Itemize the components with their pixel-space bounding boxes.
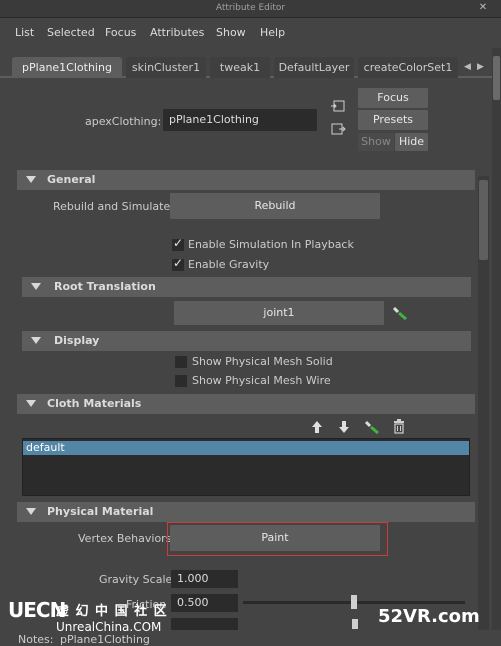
vertex-behaviors-label: Vertex Behaviors [78, 532, 172, 545]
collapse-triangle-icon [31, 337, 41, 344]
next-slider-handle[interactable] [352, 619, 358, 629]
tab-scroll-left-icon[interactable]: ◀ [464, 62, 471, 72]
notes-label: Notes: [18, 633, 54, 646]
list-item[interactable]: default [23, 441, 469, 455]
section-physical-material[interactable]: Physical Material [17, 502, 475, 522]
focus-button[interactable]: Focus [358, 88, 428, 108]
rebuild-button[interactable]: Rebuild [170, 193, 380, 219]
hide-button[interactable]: Hide [395, 133, 428, 151]
presets-button[interactable]: Presets [358, 110, 428, 130]
outer-scrollbar-thumb[interactable] [493, 56, 500, 100]
rebuild-label: Rebuild and Simulate [53, 200, 171, 213]
tab-createcolorset1[interactable]: createColorSet1 [358, 57, 458, 78]
tab-pplane1clothing[interactable]: pPlane1Clothing [12, 57, 122, 78]
tab-scroll-right-icon[interactable]: ▶ [477, 62, 484, 72]
outer-scrollbar[interactable] [492, 48, 501, 644]
section-cloth-materials[interactable]: Cloth Materials [17, 394, 475, 414]
section-cloth-materials-label: Cloth Materials [47, 397, 142, 410]
menu-attributes[interactable]: Attributes [150, 26, 204, 39]
paint-button[interactable]: Paint [170, 525, 380, 551]
inner-scrollbar-thumb[interactable] [479, 180, 488, 260]
enable-gravity-checkbox[interactable]: ✓ [172, 256, 184, 271]
gravity-scale-label: Gravity Scale [99, 573, 173, 586]
window-title: Attribute Editor [215, 3, 286, 13]
show-button[interactable]: Show [358, 133, 394, 151]
friction-field[interactable]: 0.500 [171, 594, 238, 612]
load-output-icon[interactable] [330, 122, 346, 136]
section-display-label: Display [54, 334, 100, 347]
menu-focus[interactable]: Focus [105, 26, 136, 39]
friction-slider-handle[interactable] [351, 595, 357, 609]
paint-brush-icon[interactable] [364, 419, 382, 435]
node-type-label: apexClothing: [85, 115, 162, 128]
enable-gravity-label: Enable Gravity [188, 258, 270, 271]
show-mesh-wire-label: Show Physical Mesh Wire [192, 374, 331, 387]
enable-simulation-checkbox[interactable]: ✓ [172, 236, 184, 251]
show-mesh-wire-checkbox[interactable] [175, 375, 187, 387]
watermark-right: 52VR.com [378, 606, 480, 627]
menu-help[interactable]: Help [260, 26, 285, 39]
arrow-up-icon[interactable] [310, 419, 324, 435]
cloth-materials-list[interactable]: default [22, 438, 470, 496]
collapse-triangle-icon [26, 400, 36, 407]
gravity-scale-field[interactable]: 1.000 [171, 570, 238, 588]
close-icon[interactable]: ✕ [477, 2, 489, 14]
tab-skincluster1[interactable]: skinCluster1 [126, 57, 206, 78]
section-root-translation[interactable]: Root Translation [22, 277, 471, 297]
arrow-down-icon[interactable] [337, 419, 351, 435]
tab-tweak1[interactable]: tweak1 [210, 57, 270, 78]
joint-button[interactable]: joint1 [174, 301, 384, 325]
collapse-triangle-icon [26, 508, 36, 515]
title-bar: Attribute Editor ✕ [0, 0, 501, 18]
menu-bar: List Selected Focus Attributes Show Help [0, 18, 501, 48]
section-root-translation-label: Root Translation [54, 280, 156, 293]
menu-show[interactable]: Show [216, 26, 246, 39]
watermark-cn-text: 虚 幻 中 国 社 区 [56, 604, 168, 619]
menu-selected[interactable]: Selected [47, 26, 95, 39]
trash-icon[interactable] [392, 418, 406, 434]
show-mesh-solid-label: Show Physical Mesh Solid [192, 355, 333, 368]
show-mesh-solid-checkbox[interactable] [175, 356, 187, 368]
tab-defaultlayer[interactable]: DefaultLayer [274, 57, 354, 78]
notes-value: pPlane1Clothing [60, 633, 150, 646]
enable-simulation-label: Enable Simulation In Playback [188, 238, 354, 251]
section-general-label: General [47, 173, 96, 186]
paint-brush-icon[interactable] [392, 305, 410, 321]
section-general[interactable]: General [17, 170, 475, 190]
node-name-field[interactable]: pPlane1Clothing [163, 109, 317, 131]
collapse-triangle-icon [31, 283, 41, 290]
section-physical-material-label: Physical Material [47, 505, 154, 518]
menu-list[interactable]: List [15, 26, 34, 39]
node-tabs: pPlane1Clothing skinCluster1 tweak1 Defa… [0, 48, 501, 78]
collapse-triangle-icon [26, 176, 36, 183]
load-input-icon[interactable] [330, 99, 346, 113]
section-display[interactable]: Display [22, 331, 471, 351]
watermark-site: UnrealChina.COM [56, 620, 162, 634]
